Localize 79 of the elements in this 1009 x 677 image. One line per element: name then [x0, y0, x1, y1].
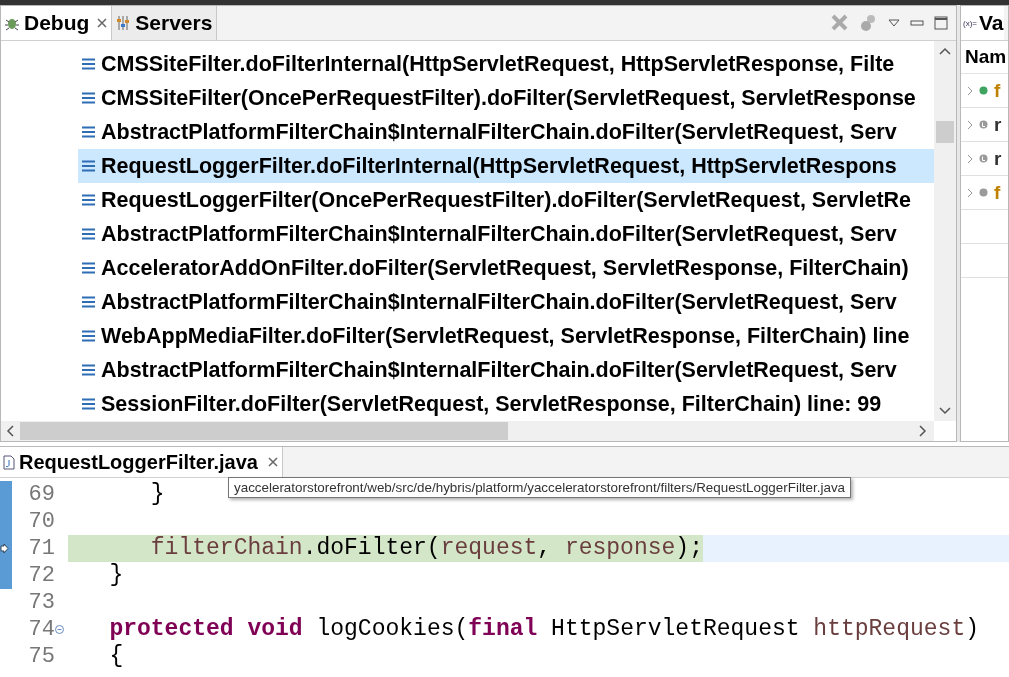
stack-frame-icon — [82, 194, 95, 206]
line-number: 73 — [27, 590, 55, 615]
code-line: } — [149, 481, 165, 508]
line-number: 70 — [27, 509, 55, 534]
stack-frame-icon — [82, 398, 95, 410]
stack-frame-row[interactable]: AbstractPlatformFilterChain$InternalFilterChain.doFilter(ServletRequest, Serv — [78, 115, 934, 149]
view-tab[interactable]: Servers — [112, 6, 218, 40]
code-line: protected void logCookies(final HttpServletRequest httpRequest) — [108, 616, 979, 643]
close-icon[interactable] — [267, 457, 278, 467]
chevron-icon[interactable] — [967, 119, 973, 130]
close-icon[interactable] — [97, 18, 108, 28]
stack-frame-icon — [82, 330, 95, 342]
stack-frame-text: CMSSiteFilter(OncePerRequestFilter).doFilter(ServletRequest, ServletResponse — [101, 85, 916, 111]
stack-frame-row[interactable]: SessionFilter.doFilter(ServletRequest, ServletResponse, FilterChain) line: 99 — [78, 387, 934, 421]
sliders-icon — [115, 15, 132, 31]
vertical-scrollbar[interactable] — [934, 41, 956, 421]
line-number: 71 — [27, 536, 55, 561]
horizontal-scrollbar[interactable] — [1, 421, 934, 441]
scroll-right-icon[interactable] — [919, 425, 927, 437]
stack-frame-icon — [82, 262, 95, 274]
stack-frame-row[interactable]: AbstractPlatformFilterChain$InternalFilterChain.doFilter(ServletRequest, Serv — [78, 285, 934, 319]
variable-name: r — [994, 113, 1002, 136]
stack-frame-text: WebAppMediaFilter.doFilter(ServletRequest, ServletResponse, FilterChain) line — [101, 323, 910, 349]
stack-frame-text: SessionFilter.doFilter(ServletRequest, ServletResponse, FilterChain) line: 99 — [101, 391, 882, 417]
stack-frame-row[interactable]: CMSSiteFilter(OncePerRequestFilter).doFilter(ServletRequest, ServletResponse — [78, 81, 934, 115]
variable-row[interactable]: r — [961, 142, 1008, 176]
scrollbar-thumb[interactable] — [936, 121, 954, 143]
remove-all-icon[interactable] — [830, 13, 850, 33]
java-file-icon — [3, 454, 15, 470]
stack-frame-row[interactable]: RequestLoggerFilter.doFilterInternal(HttpServletRequest, HttpServletRespons — [78, 149, 934, 183]
column-header[interactable]: Nam — [961, 41, 1008, 74]
stack-frame-icon — [82, 92, 95, 104]
chevron-icon[interactable] — [967, 187, 973, 198]
stack-frame-text: CMSSiteFilter.doFilterInternal(HttpServletRequest, HttpServletResponse, Filte — [101, 51, 895, 77]
view-tab[interactable]: Debug — [1, 6, 113, 40]
dropdown-icon[interactable] — [888, 19, 900, 27]
scrollbar-thumb[interactable] — [20, 422, 508, 440]
stack-frame-row[interactable]: CMSSiteFilter.doFilterInternal(HttpServletRequest, HttpServletResponse, Filte — [78, 47, 934, 81]
chevron-icon[interactable] — [967, 153, 973, 164]
instruction-pointer-icon — [0, 544, 9, 553]
stack-frame-row[interactable]: AbstractPlatformFilterChain$InternalFilterChain.doFilter(ServletRequest, Serv — [78, 353, 934, 387]
variable-row[interactable]: r — [961, 108, 1008, 142]
line-number: 69 — [27, 482, 55, 507]
variable-name: f — [994, 79, 1001, 102]
stack-frame-text: AbstractPlatformFilterChain$InternalFilterChain.doFilter(ServletRequest, Serv — [101, 119, 897, 145]
stack-frame-icon — [82, 296, 95, 308]
scroll-down-icon[interactable] — [939, 407, 951, 415]
stack-frame-row[interactable]: AbstractPlatformFilterChain$InternalFilterChain.doFilter(ServletRequest, Serv — [78, 217, 934, 251]
line-number: 75 — [27, 644, 55, 669]
stack-frame-text: AbstractPlatformFilterChain$InternalFilterChain.doFilter(ServletRequest, Serv — [101, 357, 897, 383]
tooltip: yacceleratorstorefront/web/src/de/hybris/platform/yacceleratorstorefront/filters/RequestLoggerFilter.java — [228, 477, 852, 498]
chevron-icon[interactable] — [967, 85, 973, 96]
stack-frame-icon — [82, 58, 95, 70]
stack-frame-icon — [82, 126, 95, 138]
code-line: { — [108, 643, 124, 670]
stack-frame-text: AcceleratorAddOnFilter.doFilter(ServletRequest, ServletResponse, FilterChain) — [101, 255, 909, 281]
line-number: 74 — [27, 617, 55, 642]
code-line: } — [108, 562, 124, 589]
threads-icon[interactable] — [860, 14, 878, 32]
line-number: 72 — [27, 563, 55, 588]
stack-frame-row[interactable]: RequestLoggerFilter(OncePerRequestFilter).doFilter(ServletRequest, ServletRe — [78, 183, 934, 217]
editor-tab[interactable]: RequestLoggerFilter.java — [0, 447, 283, 477]
stack-frame-row[interactable]: AcceleratorAddOnFilter.doFilter(ServletRequest, ServletResponse, FilterChain) — [78, 251, 934, 285]
variables-icon: (x)= — [963, 18, 977, 28]
stack-frame-icon — [82, 160, 95, 172]
minimize-icon[interactable] — [910, 20, 924, 26]
stack-frame-text: AbstractPlatformFilterChain$InternalFilterChain.doFilter(ServletRequest, Serv — [101, 289, 897, 315]
scroll-up-icon[interactable] — [939, 47, 951, 55]
stack-frame-text: RequestLoggerFilter.doFilterInternal(HttpServletRequest, HttpServletRespons — [101, 153, 897, 179]
scroll-left-icon[interactable] — [6, 425, 14, 437]
stack-frame-row[interactable]: WebAppMediaFilter.doFilter(ServletRequest, ServletResponse, FilterChain) line — [78, 319, 934, 353]
variable-name: r — [994, 147, 1002, 170]
fold-icon[interactable] — [55, 625, 64, 634]
stack-frame-icon — [82, 364, 95, 376]
stack-frame-text: RequestLoggerFilter(OncePerRequestFilter).doFilter(ServletRequest, ServletRe — [101, 187, 912, 213]
maximize-icon[interactable] — [934, 16, 948, 30]
stack-frame-icon — [82, 228, 95, 240]
stack-frame-text: AbstractPlatformFilterChain$InternalFilterChain.doFilter(ServletRequest, Serv — [101, 221, 897, 247]
variable-name: f — [994, 181, 1001, 204]
